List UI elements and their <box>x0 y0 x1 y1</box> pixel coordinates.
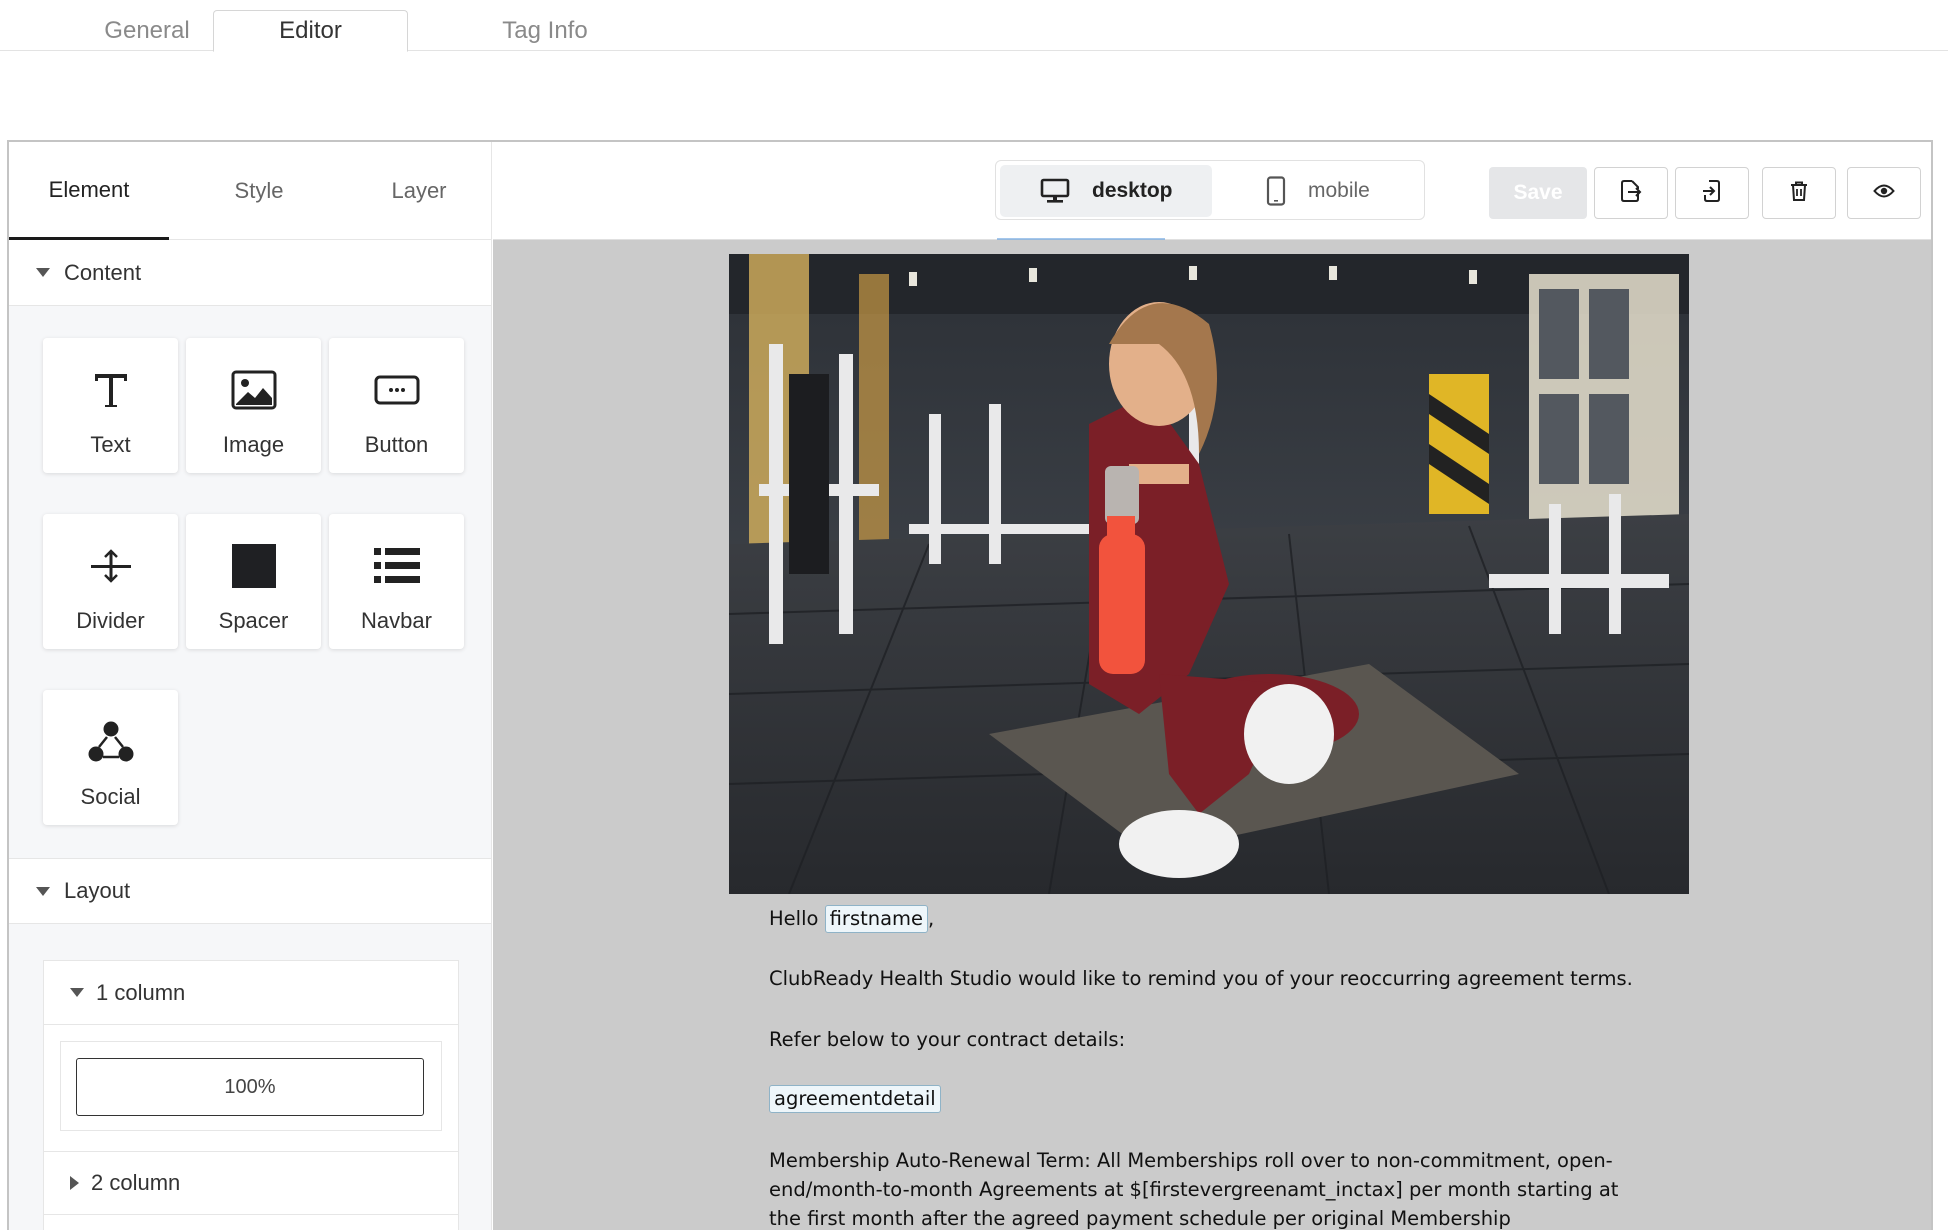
hero-image[interactable] <box>729 254 1689 894</box>
membership-paragraph: Membership Auto-Renewal Term: All Member… <box>769 1146 1649 1230</box>
export-icon <box>1620 179 1642 208</box>
left-panel-tabs: Element Style Layer <box>9 142 491 240</box>
element-label: Social <box>80 784 141 809</box>
greeting-line: Hello firstname, <box>769 904 1649 933</box>
spacer-icon <box>231 542 277 590</box>
tab-tag-info[interactable]: Tag Info <box>460 10 630 52</box>
layout-section-title: Layout <box>64 878 131 903</box>
mobile-view-button[interactable]: mobile <box>1222 165 1422 217</box>
tab-general[interactable]: General <box>62 10 232 52</box>
chevron-right-icon <box>70 1176 79 1190</box>
two-column-label: 2 column <box>91 1170 181 1195</box>
button-icon <box>374 366 420 414</box>
trash-icon <box>1789 180 1809 207</box>
agreementdetail-merge-tag[interactable]: agreementdetail <box>769 1085 941 1113</box>
export-button[interactable] <box>1594 167 1668 219</box>
email-canvas: Hello firstname, ClubReady Health Studio… <box>493 240 1931 1230</box>
element-button[interactable]: Button <box>329 338 464 473</box>
firstname-merge-tag[interactable]: firstname <box>824 905 929 933</box>
gym-photo <box>729 254 1689 894</box>
email-body: Hello firstname, ClubReady Health Studio… <box>729 254 1689 1230</box>
greeting-comma: , <box>928 907 935 930</box>
import-icon <box>1701 179 1723 208</box>
greeting-text: Hello <box>769 907 819 930</box>
preview-button[interactable] <box>1847 167 1921 219</box>
column-preview: 100% <box>76 1058 424 1116</box>
eye-icon <box>1873 183 1895 204</box>
layout-section-header[interactable]: Layout <box>9 858 491 924</box>
chevron-down-icon <box>36 268 50 277</box>
device-toggle: desktop mobile <box>995 160 1425 220</box>
element-label: Navbar <box>361 608 432 633</box>
text-icon <box>91 366 131 414</box>
tab-element[interactable]: Element <box>9 142 169 240</box>
agreement-line: agreementdetail <box>769 1084 1649 1113</box>
element-label: Button <box>364 432 429 457</box>
delete-button[interactable] <box>1762 167 1836 219</box>
one-column-header[interactable]: 1 column <box>44 961 458 1025</box>
element-label: Image <box>222 432 285 457</box>
element-label: Divider <box>76 608 145 633</box>
element-divider[interactable]: Divider <box>43 514 178 649</box>
element-label: Text <box>90 432 131 457</box>
desktop-view-button[interactable]: desktop <box>1000 165 1212 217</box>
image-icon <box>231 366 277 414</box>
paragraph-line: Membership Auto-Renewal Term: All Member… <box>769 1149 1613 1172</box>
content-section-title: Content <box>64 259 142 285</box>
one-column-label: 1 column <box>96 979 186 1005</box>
tab-style[interactable]: Style <box>179 142 339 240</box>
top-tab-bar: General Editor Tag Info <box>0 0 1948 52</box>
import-button[interactable] <box>1675 167 1749 219</box>
divider-icon <box>89 542 133 590</box>
tab-editor[interactable]: Editor <box>213 10 408 52</box>
two-column-header[interactable]: 2 column <box>44 1151 458 1215</box>
tab-layer[interactable]: Layer <box>339 142 491 240</box>
mobile-label: mobile <box>1308 179 1370 202</box>
element-navbar[interactable]: Navbar <box>329 514 464 649</box>
desktop-icon <box>1040 178 1070 204</box>
editor-main: desktop mobile Save Hello firstname , Cl… <box>493 142 1931 1230</box>
element-image[interactable]: Image <box>186 338 321 473</box>
chevron-down-icon <box>36 886 50 896</box>
desktop-label: desktop <box>1092 179 1173 202</box>
navbar-icon <box>373 542 420 590</box>
editor-toolbar: desktop mobile Save <box>493 142 1931 240</box>
left-panel: Element Style Layer Content Text Image B… <box>9 142 492 1230</box>
contract-intro-line: Refer below to your contract details: <box>769 1028 1126 1051</box>
chevron-down-icon <box>70 988 84 997</box>
mobile-icon <box>1266 176 1286 206</box>
element-label: Spacer <box>218 608 289 633</box>
save-button[interactable]: Save <box>1489 167 1587 219</box>
element-text[interactable]: Text <box>43 338 178 473</box>
paragraph-line: the first month after the agreed payment… <box>769 1207 1511 1230</box>
content-section-header[interactable]: Content <box>9 240 491 306</box>
element-spacer[interactable]: Spacer <box>186 514 321 649</box>
email-editor: Element Style Layer Content Text Image B… <box>7 140 1933 1230</box>
reminder-line: ClubReady Health Studio would like to re… <box>769 967 1633 990</box>
one-column-block[interactable]: 100% <box>60 1041 442 1131</box>
paragraph-line: end/month-to-month Agreements at $[first… <box>769 1178 1619 1201</box>
social-icon <box>88 718 134 766</box>
element-social[interactable]: Social <box>43 690 178 825</box>
layout-options: 1 column 100% 2 column <box>43 960 459 1230</box>
